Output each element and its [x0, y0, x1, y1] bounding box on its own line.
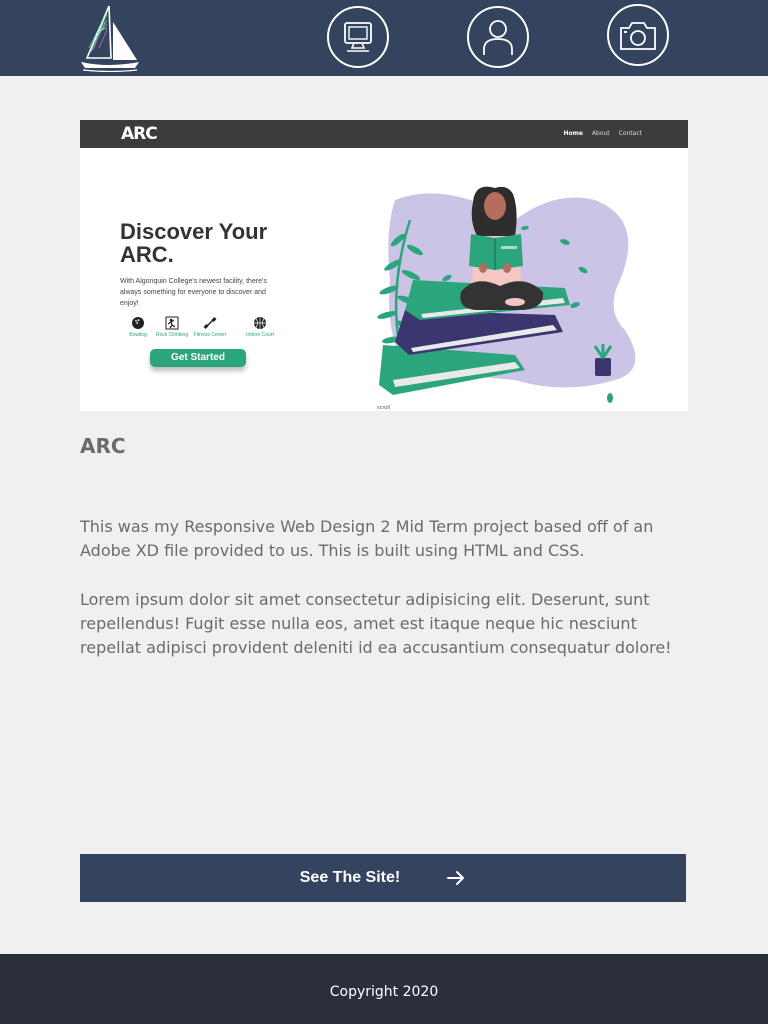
preview-nav-links: Home About Contact — [563, 130, 642, 137]
project-description: This was my Responsive Web Design 2 Mid … — [80, 517, 654, 560]
reading-woman-illustration — [377, 186, 636, 403]
preview-link-home: Home — [563, 130, 583, 137]
climbing-icon — [165, 316, 179, 330]
see-the-site-button[interactable]: See The Site! — [80, 854, 686, 902]
preview-feature-fitness-center: Fitness Center — [190, 316, 230, 338]
bowling-ball-icon — [132, 317, 144, 329]
site-header — [0, 0, 768, 76]
arrow-right-icon — [447, 871, 465, 885]
nav-profile-button[interactable] — [467, 6, 529, 68]
preview-heading: Discover Your ARC. — [120, 219, 268, 267]
sailboat-logo-icon[interactable] — [79, 4, 141, 73]
preview-brand: ARC — [121, 124, 158, 144]
project-title: ARC — [80, 434, 126, 458]
preview-navbar: ARC Home About Contact — [80, 120, 688, 148]
see-the-site-label: See The Site! — [299, 869, 401, 886]
preview-feature-indoor-court: Indoor Court — [240, 316, 280, 338]
dumbbell-icon — [203, 317, 217, 329]
preview-subtext: With Algonquin College's newest facility… — [120, 278, 267, 307]
nav-camera-button[interactable] — [607, 4, 669, 66]
copyright-text: Copyright 2020 — [329, 984, 439, 1000]
camera-icon — [620, 22, 656, 50]
project-lorem-text: Lorem ipsum dolor sit amet consectetur a… — [80, 590, 672, 657]
preview-link-about: About — [591, 130, 610, 137]
preview-link-contact: Contact — [618, 130, 642, 137]
nav-computer-button[interactable] — [327, 6, 389, 68]
preview-feature-rock-climbing: Rock Climbing — [152, 316, 192, 338]
user-icon — [483, 20, 513, 55]
preview-get-started-button: Get Started — [150, 349, 246, 367]
computer-icon — [344, 22, 372, 52]
basketball-icon — [254, 317, 266, 329]
project-preview-screenshot: ARC Home About Contact Discover Your ARC… — [80, 120, 688, 411]
site-footer: Copyright 2020 — [0, 954, 768, 1024]
